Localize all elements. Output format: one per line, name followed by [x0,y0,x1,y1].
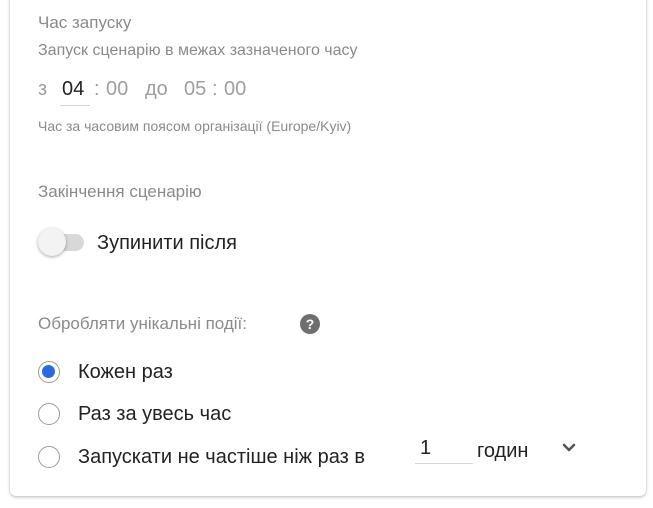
chevron-down-icon[interactable] [562,443,576,453]
start-time-subtitle: Запуск сценарію в межах зазначеного часу [38,42,358,59]
stop-after-label: Зупинити після [97,232,237,254]
radio-once-all-time[interactable] [38,403,60,425]
radio-throttle[interactable] [38,446,60,468]
from-hours-underline [60,105,90,106]
to-separator: : [212,78,218,100]
radio-selected-dot [42,365,55,378]
unique-events-title: Обробляти унікальні події: [38,314,247,333]
to-hours-input[interactable]: 05 [184,78,206,101]
interval-unit-select[interactable]: годин [477,440,528,463]
to-minutes-input[interactable]: 00 [224,78,246,101]
to-label: до [145,78,168,100]
question-circle-icon[interactable]: ? [300,314,320,334]
scenario-settings-card: Час запуску Запуск сценарію в межах зазн… [10,0,646,496]
option-throttle-label: Запускати не частіше ніж раз в [78,446,365,468]
option-once-all-time-label: Раз за увесь час [78,403,232,425]
radio-every-time[interactable] [38,361,60,383]
option-every-time-label: Кожен раз [78,361,173,383]
end-scenario-title: Закінчення сценарію [38,182,202,201]
interval-value-input[interactable] [415,434,473,464]
stop-after-toggle[interactable] [38,228,84,256]
start-time-title: Час запуску [38,13,132,32]
from-minutes-input[interactable]: 00 [106,78,128,101]
toggle-knob [38,228,66,256]
from-label: з [38,78,48,100]
timezone-hint: Час за часовим поясом організації (Europ… [38,118,352,134]
from-separator: : [94,78,100,100]
from-hours-input[interactable]: 04 [62,78,84,101]
